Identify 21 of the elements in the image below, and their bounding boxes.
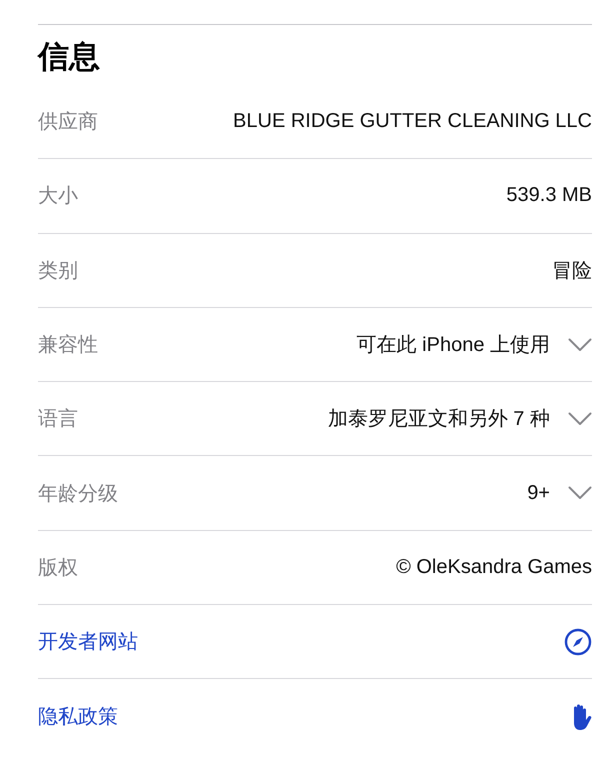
info-value: 9+: [527, 482, 550, 505]
info-label: 年龄分级: [38, 482, 118, 507]
info-label: 兼容性: [38, 333, 98, 358]
chevron-down-icon[interactable]: [568, 338, 592, 352]
link[interactable]: 隐私政策: [38, 703, 118, 730]
info-value: BLUE RIDGE GUTTER CLEANING LLC: [233, 110, 592, 134]
info-label: 供应商: [38, 110, 98, 136]
chevron-down-icon[interactable]: [568, 412, 592, 426]
link[interactable]: 开发者网站: [38, 628, 138, 656]
info-label: 类别: [38, 258, 78, 284]
info-label: 大小: [38, 184, 78, 210]
info-value: 加泰罗尼亚文和另外 7 种: [328, 407, 550, 432]
section-title: 信息: [38, 38, 101, 76]
info-value: © OleKsandra Games: [396, 556, 592, 579]
info-value: 冒险: [552, 258, 592, 284]
info-label: 版权: [38, 556, 78, 581]
chevron-down-icon[interactable]: [568, 486, 592, 500]
info-value: 539.3 MB: [506, 184, 592, 208]
info-value: 可在此 iPhone 上使用: [356, 333, 550, 358]
compass-icon: [564, 628, 592, 656]
info-label: 语言: [38, 407, 78, 432]
